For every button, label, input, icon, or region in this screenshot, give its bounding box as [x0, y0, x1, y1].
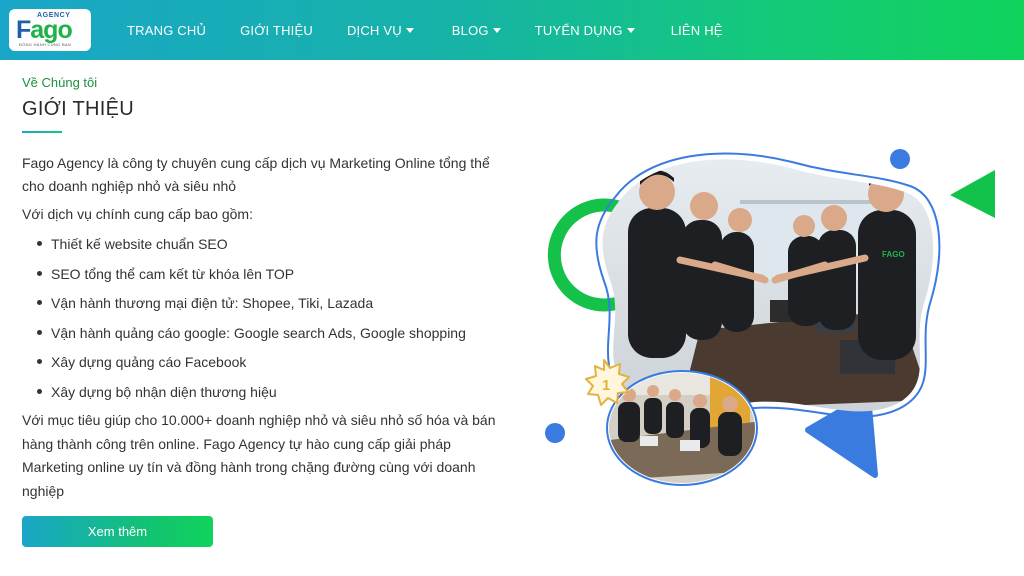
list-item: Vận hành quảng cáo google: Google search… — [37, 323, 466, 353]
main-nav: TRANG CHỦ GIỚI THIỆU DỊCH VỤ BLOG TUYỂN … — [127, 0, 723, 60]
bullet-icon — [37, 329, 42, 335]
nav-item-services[interactable]: DỊCH VỤ — [347, 23, 414, 38]
list-item: Xây dựng quảng cáo Facebook — [37, 352, 466, 382]
service-label: Xây dựng quảng cáo Facebook — [51, 354, 247, 370]
title-underline — [22, 131, 62, 133]
nav-label: LIÊN HỆ — [670, 22, 723, 38]
bullet-icon — [37, 388, 42, 394]
caret-down-icon — [492, 28, 501, 33]
nav-label: BLOG — [451, 22, 489, 38]
nav-item-contact[interactable]: LIÊN HỆ — [671, 23, 723, 38]
closing-paragraph: Với mục tiêu giúp cho 10.000+ doanh nghi… — [22, 412, 496, 499]
award-badge-number: 1 — [602, 377, 610, 394]
logo-tagline: ĐỒNG HÀNH CÙNG BẠN — [19, 42, 72, 47]
list-item: Thiết kế website chuẩn SEO — [37, 234, 466, 264]
nav-label: TUYỂN DỤNG — [534, 22, 623, 38]
bullet-icon — [37, 270, 42, 276]
team-illustration: FAGO 1 — [540, 140, 1024, 490]
nav-label: DỊCH VỤ — [346, 22, 402, 38]
decor-blue-dot-left — [545, 423, 565, 443]
bullet-icon — [37, 359, 42, 364]
nav-label: TRANG CHỦ — [127, 22, 207, 38]
nav-item-careers[interactable]: TUYỂN DỤNG — [535, 23, 635, 38]
nav-label: GIỚI THIỆU — [240, 22, 313, 38]
decor-green-triangle — [950, 170, 995, 218]
shirt-logo-text: FAGO — [882, 250, 905, 259]
nav-item-home[interactable]: TRANG CHỦ — [127, 23, 206, 38]
list-item: Vận hành thương mại điện tử: Shopee, Tik… — [37, 293, 466, 323]
fago-logo[interactable]: AGENCY Fago ĐỒNG HÀNH CÙNG BẠN — [9, 9, 91, 51]
service-label: Vận hành thương mại điện tử: Shopee, Tik… — [51, 295, 374, 311]
logo-wordmark: Fago — [16, 16, 73, 44]
service-label: Thiết kế website chuẩn SEO — [51, 236, 228, 252]
nav-item-blog[interactable]: BLOG — [452, 23, 501, 38]
section-title: GIỚI THIỆU — [22, 98, 135, 120]
list-item: Xây dựng bộ nhận diện thương hiệu — [37, 382, 466, 412]
logo-letter-f: F — [16, 16, 31, 44]
site-header: AGENCY Fago ĐỒNG HÀNH CÙNG BẠN TRANG CHỦ… — [0, 0, 1024, 60]
caret-down-icon — [626, 28, 635, 33]
section-eyebrow: Về Chúng tôi — [22, 75, 98, 90]
list-item: SEO tổng thể cam kết từ khóa lên TOP — [37, 264, 466, 294]
bullet-icon — [37, 241, 42, 246]
bullet-icon — [37, 300, 42, 305]
decor-blue-dot-top — [890, 149, 910, 169]
caret-down-icon — [405, 28, 414, 33]
nav-item-about[interactable]: GIỚI THIỆU — [240, 23, 313, 38]
service-label: SEO tổng thể cam kết từ khóa lên TOP — [51, 265, 295, 282]
read-more-button[interactable]: Xem thêm — [22, 516, 213, 547]
service-label: Xây dựng bộ nhận diện thương hiệu — [51, 383, 277, 400]
service-label: Vận hành quảng cáo google: Google search… — [51, 324, 466, 341]
services-list: Thiết kế website chuẩn SEO SEO tổng thể … — [37, 234, 466, 411]
services-heading: Với dịch vụ chính cung cấp bao gồm: — [22, 206, 253, 222]
team-illustration-svg: FAGO 1 — [545, 149, 995, 486]
logo-letters-ago: ago — [30, 16, 72, 44]
intro-paragraph: Fago Agency là công ty chuyên cung cấp d… — [22, 155, 490, 194]
